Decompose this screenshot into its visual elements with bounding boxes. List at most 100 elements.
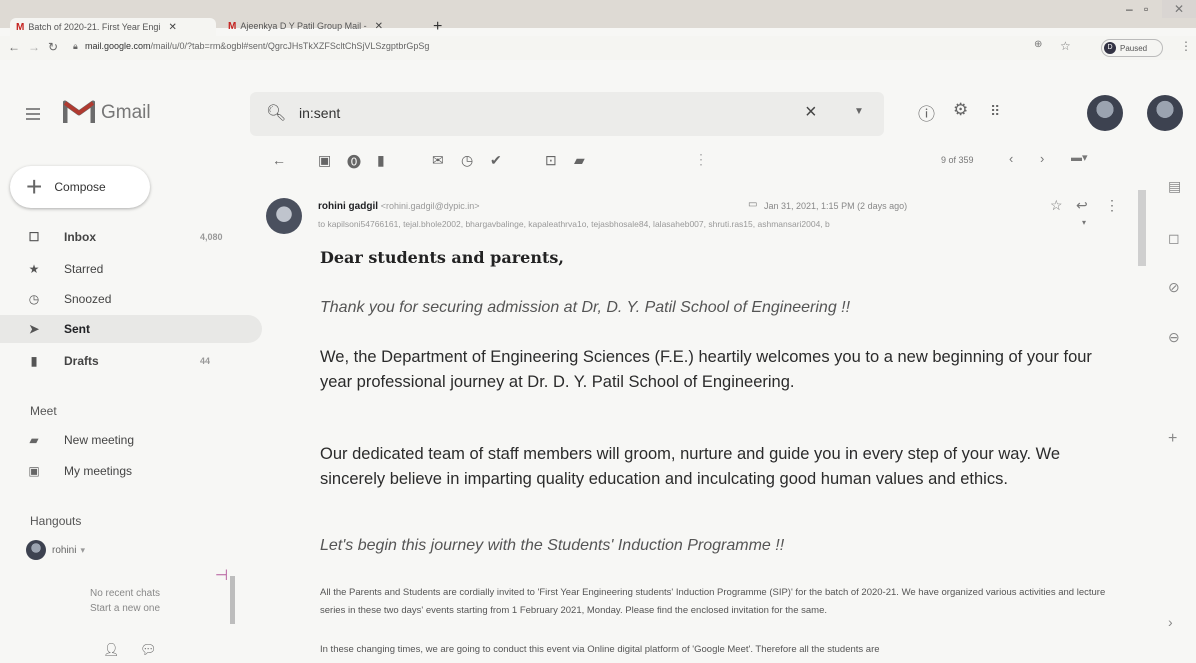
profile-paused-button[interactable]: D Paused [1101,39,1163,57]
add-chat-icon[interactable]: ⊣ [215,566,228,584]
profile-avatar: D [1104,42,1116,54]
add-to-tasks-icon[interactable]: ✔ [490,152,502,169]
main-menu-icon[interactable] [26,108,40,123]
begin-journey-line: Let's begin this journey with the Studen… [320,537,785,554]
meet-heading: Meet [30,404,57,418]
gmail-favicon-icon: M [228,20,237,32]
url-host: mail.google.com [85,41,151,51]
label-icon[interactable]: ▰ [574,152,585,169]
forward-arrow-icon[interactable]: → [28,40,40,54]
apps-grid-icon[interactable]: ⠿ [990,103,1000,120]
restore-icon[interactable]: ▫ [1144,2,1148,16]
nav-label: Snoozed [64,292,112,306]
close-tab-icon[interactable]: ✕ [168,22,176,33]
nav-item-sent[interactable]: ➤ Sent [0,315,262,343]
no-chats-text: No recent chats [89,588,161,599]
clear-search-icon[interactable]: × [805,101,817,124]
show-side-panel-icon[interactable]: › [1168,614,1173,630]
message-more-icon[interactable]: ⋮ [1105,197,1119,214]
back-to-list-icon[interactable]: ← [272,152,286,168]
online-event-paragraph: In these changing times, we are going to… [320,644,880,655]
send-icon: ➤ [28,322,40,336]
snooze-icon[interactable]: ◷ [461,152,473,169]
input-tools-icon[interactable]: ▬▾ [1071,151,1088,164]
mark-unread-icon[interactable]: ✉ [432,152,444,169]
message-date: Jan 31, 2021, 1:15 PM (2 days ago) [764,201,908,211]
nav-item-inbox[interactable]: ☐ Inbox 4,080 [0,223,262,251]
lock-icon: 🔒︎ [73,41,78,51]
account-avatar[interactable] [1147,95,1183,131]
my-meetings-label: My meetings [64,464,133,478]
chat-bubble-icon[interactable]: 💬︎ [140,642,157,658]
hangouts-avatar [26,540,46,560]
back-arrow-icon[interactable]: ← [8,40,20,54]
new-tab-button[interactable]: + [433,18,442,36]
url-path: /mail/u/0/?tab=rm&ogbl#sent/QgrcJHsTkXZF… [150,41,430,51]
search-input[interactable]: in:sent [299,105,340,121]
nav-item-starred[interactable]: ★ Starred [0,255,262,283]
move-to-icon[interactable]: ⊡ [545,152,557,169]
newer-chevron-icon[interactable]: ‹ [1009,151,1013,166]
thanks-line: Thank you for securing admission at Dr, … [320,299,851,316]
greeting: Dear students and parents, [320,248,564,267]
browser-tab[interactable]: M Ajeenkya D Y Patil Group Mail - ✕ [222,16,422,36]
bookmark-star-icon[interactable]: ☆ [1060,39,1071,53]
profile-status: Paused [1120,43,1148,53]
browser-tab-active[interactable]: M Batch of 2020-21. First Year Engi ✕ [10,18,216,36]
help-icon[interactable]: ⓘ [918,100,935,125]
show-details-icon[interactable]: ▾ [1082,218,1086,227]
archive-icon[interactable]: ▣ [318,152,331,169]
sender-email: <rohini.gadgil@dypic.in> [380,201,480,211]
star-message-icon[interactable]: ☆ [1050,197,1063,214]
my-meetings-item[interactable]: ▣ My meetings [24,464,132,478]
inbox-icon: ☐ [28,230,40,244]
close-tab-icon[interactable]: ✕ [375,21,383,32]
sender-name[interactable]: rohini gadgil [318,201,378,212]
delete-icon[interactable]: ▮ [377,152,385,169]
compose-button[interactable]: + Compose [10,166,150,208]
paragraph-1: We, the Department of Engineering Scienc… [320,348,1092,391]
zoom-icon[interactable]: ⊕ [1034,39,1042,50]
browser-tab-strip: M Batch of 2020-21. First Year Engi ✕ M … [0,0,1196,36]
organization-logo[interactable] [1087,95,1123,131]
reload-icon[interactable]: ↻ [48,40,58,54]
nav-label: Inbox [64,230,96,244]
hangouts-scrollbar[interactable] [230,576,235,624]
message-scrollbar[interactable] [1138,190,1146,266]
older-chevron-icon[interactable]: › [1040,151,1044,166]
reply-icon[interactable]: ↩ [1076,197,1088,214]
hangouts-username: rohini [52,544,77,556]
browser-menu-icon[interactable]: ⋮ [1180,39,1192,53]
new-meeting-item[interactable]: ▰ New meeting [24,433,134,447]
settings-gear-icon[interactable]: ⚙ [953,100,968,120]
hangouts-user[interactable]: rohini ▾ [26,540,85,560]
gmail-logo-icon[interactable] [63,99,95,123]
tasks-addon-icon[interactable]: ⊘ [1168,279,1180,296]
drafts-count: 44 [200,356,211,366]
person-icon[interactable]: 👤︎ [103,642,120,658]
new-meeting-label: New meeting [64,433,135,447]
get-addons-plus-icon[interactable]: + [1168,430,1177,448]
search-icon[interactable]: 🔍︎ [266,103,286,123]
address-bar: ← → ↻ 🔒︎ mail.google.com/mail/u/0/?tab=r… [0,36,1196,60]
url-field[interactable]: mail.google.com/mail/u/0/?tab=rm&ogbl#se… [85,41,429,51]
contacts-addon-icon[interactable]: ⊖ [1168,329,1180,346]
calendar-addon-icon[interactable]: ▤ [1168,178,1181,195]
keep-addon-icon[interactable]: ◻ [1168,230,1180,247]
more-actions-icon[interactable]: ⋮ [694,151,708,168]
search-options-icon[interactable]: ▼ [854,106,864,117]
recipients-line[interactable]: to kapilsoni54766161, tejal.bhole2002, b… [318,219,1080,229]
window-close-icon[interactable]: ✕ [1162,0,1196,18]
report-spam-icon[interactable]: ⓿ [347,152,361,172]
video-camera-icon: ▰ [29,433,39,447]
search-bar[interactable]: 🔍︎ in:sent × ▼ [250,92,884,136]
pagination-text: 9 of 359 [941,155,974,165]
start-new-chat-link[interactable]: Start a new one [70,601,180,616]
nav-item-drafts[interactable]: ▮ Drafts 44 [0,347,262,375]
minimize-icon[interactable]: – [1126,2,1133,16]
clock-icon: ◷ [28,292,40,306]
attachment-icon: ▭ [748,199,758,210]
nav-label: Sent [64,322,91,336]
nav-item-snoozed[interactable]: ◷ Snoozed [0,285,262,313]
sender-avatar[interactable] [266,198,302,234]
